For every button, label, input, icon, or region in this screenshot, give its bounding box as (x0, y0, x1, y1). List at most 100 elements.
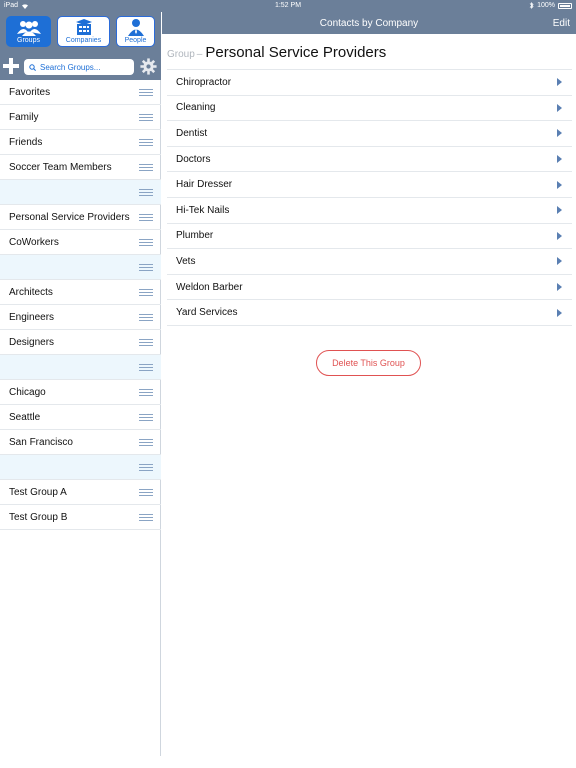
group-row[interactable]: Personal Service Providers (0, 205, 161, 230)
group-label: Seattle (9, 411, 41, 423)
list-item[interactable]: Weldon Barber (167, 275, 572, 301)
group-separator: – (196, 49, 203, 60)
segment-companies-label: Companies (65, 37, 102, 44)
reorder-handle-icon[interactable] (139, 138, 153, 146)
group-label: CoWorkers (9, 236, 59, 248)
group-row[interactable]: Chicago (0, 380, 161, 405)
list-item[interactable]: Dentist (167, 121, 572, 147)
group-row[interactable]: Designers (0, 330, 161, 355)
chevron-right-icon (557, 308, 562, 317)
group-label: Architects (9, 286, 53, 298)
chevron-right-icon (557, 78, 562, 87)
groups-list: Favorites Family Friends Soccer Team Mem… (0, 80, 161, 530)
reorder-handle-icon[interactable] (139, 163, 153, 171)
group-label: Soccer Team Members (9, 161, 112, 173)
segment-people[interactable]: People (116, 16, 155, 47)
list-item-label: Doctors (176, 153, 211, 165)
list-item[interactable]: Doctors (167, 147, 572, 173)
group-row[interactable]: CoWorkers (0, 230, 161, 255)
status-time: 1:52 PM (274, 2, 302, 9)
list-item-label: Hi-Tek Nails (176, 204, 230, 216)
reorder-handle-icon[interactable] (139, 88, 153, 96)
group-row[interactable]: Seattle (0, 405, 161, 430)
chevron-right-icon (557, 155, 562, 164)
list-item[interactable]: Plumber (167, 224, 572, 250)
reorder-handle-icon[interactable] (139, 113, 153, 121)
group-prefix: Group (167, 49, 195, 60)
group-label: Engineers (9, 311, 55, 323)
group-label: Favorites (9, 86, 51, 98)
group-label: Test Group A (9, 486, 67, 498)
separator-row[interactable] (0, 255, 161, 280)
segment-companies[interactable]: Companies (57, 16, 110, 47)
group-label: Family (9, 111, 39, 123)
reorder-handle-icon[interactable] (139, 188, 153, 196)
list-item-label: Plumber (176, 230, 214, 242)
list-item[interactable]: Hi-Tek Nails (167, 198, 572, 224)
reorder-handle-icon[interactable] (139, 338, 153, 346)
group-label: Designers (9, 336, 55, 348)
chevron-right-icon (557, 206, 562, 215)
list-item-label: Dentist (176, 127, 208, 139)
companies-icon (75, 19, 92, 35)
list-item-label: Vets (176, 255, 196, 267)
reorder-handle-icon[interactable] (139, 513, 153, 521)
page-title: Personal Service Providers (205, 44, 387, 61)
reorder-handle-icon[interactable] (139, 488, 153, 496)
group-row[interactable]: Favorites (0, 80, 161, 105)
reorder-handle-icon[interactable] (139, 213, 153, 221)
reorder-handle-icon[interactable] (139, 438, 153, 446)
segment-groups[interactable]: Groups (6, 16, 51, 47)
groups-toolbar: Groups Companies People (0, 12, 161, 80)
list-item[interactable]: Chiropractor (167, 70, 572, 96)
reorder-handle-icon[interactable] (139, 363, 153, 371)
nav-title: Contacts by Company (319, 18, 419, 29)
group-row[interactable]: Family (0, 105, 161, 130)
list-item[interactable]: Hair Dresser (167, 172, 572, 198)
groups-pane: Groups Companies People Search Groups...… (0, 12, 161, 756)
list-item-label: Hair Dresser (176, 179, 233, 191)
battery-percent: 100% (537, 2, 555, 9)
edit-button[interactable]: Edit (553, 18, 570, 29)
segment-people-label: People (124, 37, 147, 44)
list-item-label: Cleaning (176, 102, 216, 114)
separator-row[interactable] (0, 455, 161, 480)
detail-nav-bar: Contacts by Company Edit (162, 12, 576, 34)
settings-gear-icon[interactable] (140, 58, 157, 75)
list-item[interactable]: Yard Services (167, 300, 572, 326)
group-row[interactable]: Test Group B (0, 505, 161, 530)
group-row[interactable]: San Francisco (0, 430, 161, 455)
add-group-button[interactable] (3, 58, 19, 74)
reorder-handle-icon[interactable] (139, 288, 153, 296)
list-item-label: Yard Services (176, 307, 238, 319)
chevron-right-icon (557, 129, 562, 138)
group-header: Group – Personal Service Providers (167, 44, 386, 61)
group-row[interactable]: Architects (0, 280, 161, 305)
reorder-handle-icon[interactable] (139, 238, 153, 246)
reorder-handle-icon[interactable] (139, 263, 153, 271)
list-item[interactable]: Cleaning (167, 96, 572, 122)
group-row[interactable]: Soccer Team Members (0, 155, 161, 180)
separator-row[interactable] (0, 355, 161, 380)
chevron-right-icon (557, 180, 562, 189)
reorder-handle-icon[interactable] (139, 313, 153, 321)
bluetooth-icon (529, 2, 534, 9)
separator-row[interactable] (0, 180, 161, 205)
group-label: Friends (9, 136, 43, 148)
reorder-handle-icon[interactable] (139, 463, 153, 471)
reorder-handle-icon[interactable] (139, 413, 153, 421)
list-item[interactable]: Vets (167, 249, 572, 275)
battery-icon (558, 2, 572, 9)
people-icon (127, 19, 144, 36)
group-label: San Francisco (9, 436, 73, 448)
delete-group-button[interactable]: Delete This Group (316, 350, 421, 376)
group-members-list: Chiropractor Cleaning Dentist Doctors Ha… (167, 69, 572, 326)
reorder-handle-icon[interactable] (139, 388, 153, 396)
groups-icon (16, 21, 41, 36)
search-groups-field[interactable] (24, 59, 134, 75)
group-row[interactable]: Test Group A (0, 480, 161, 505)
group-row[interactable]: Friends (0, 130, 161, 155)
group-row[interactable]: Engineers (0, 305, 161, 330)
search-groups-input[interactable] (40, 62, 130, 72)
list-item-label: Weldon Barber (176, 281, 243, 293)
